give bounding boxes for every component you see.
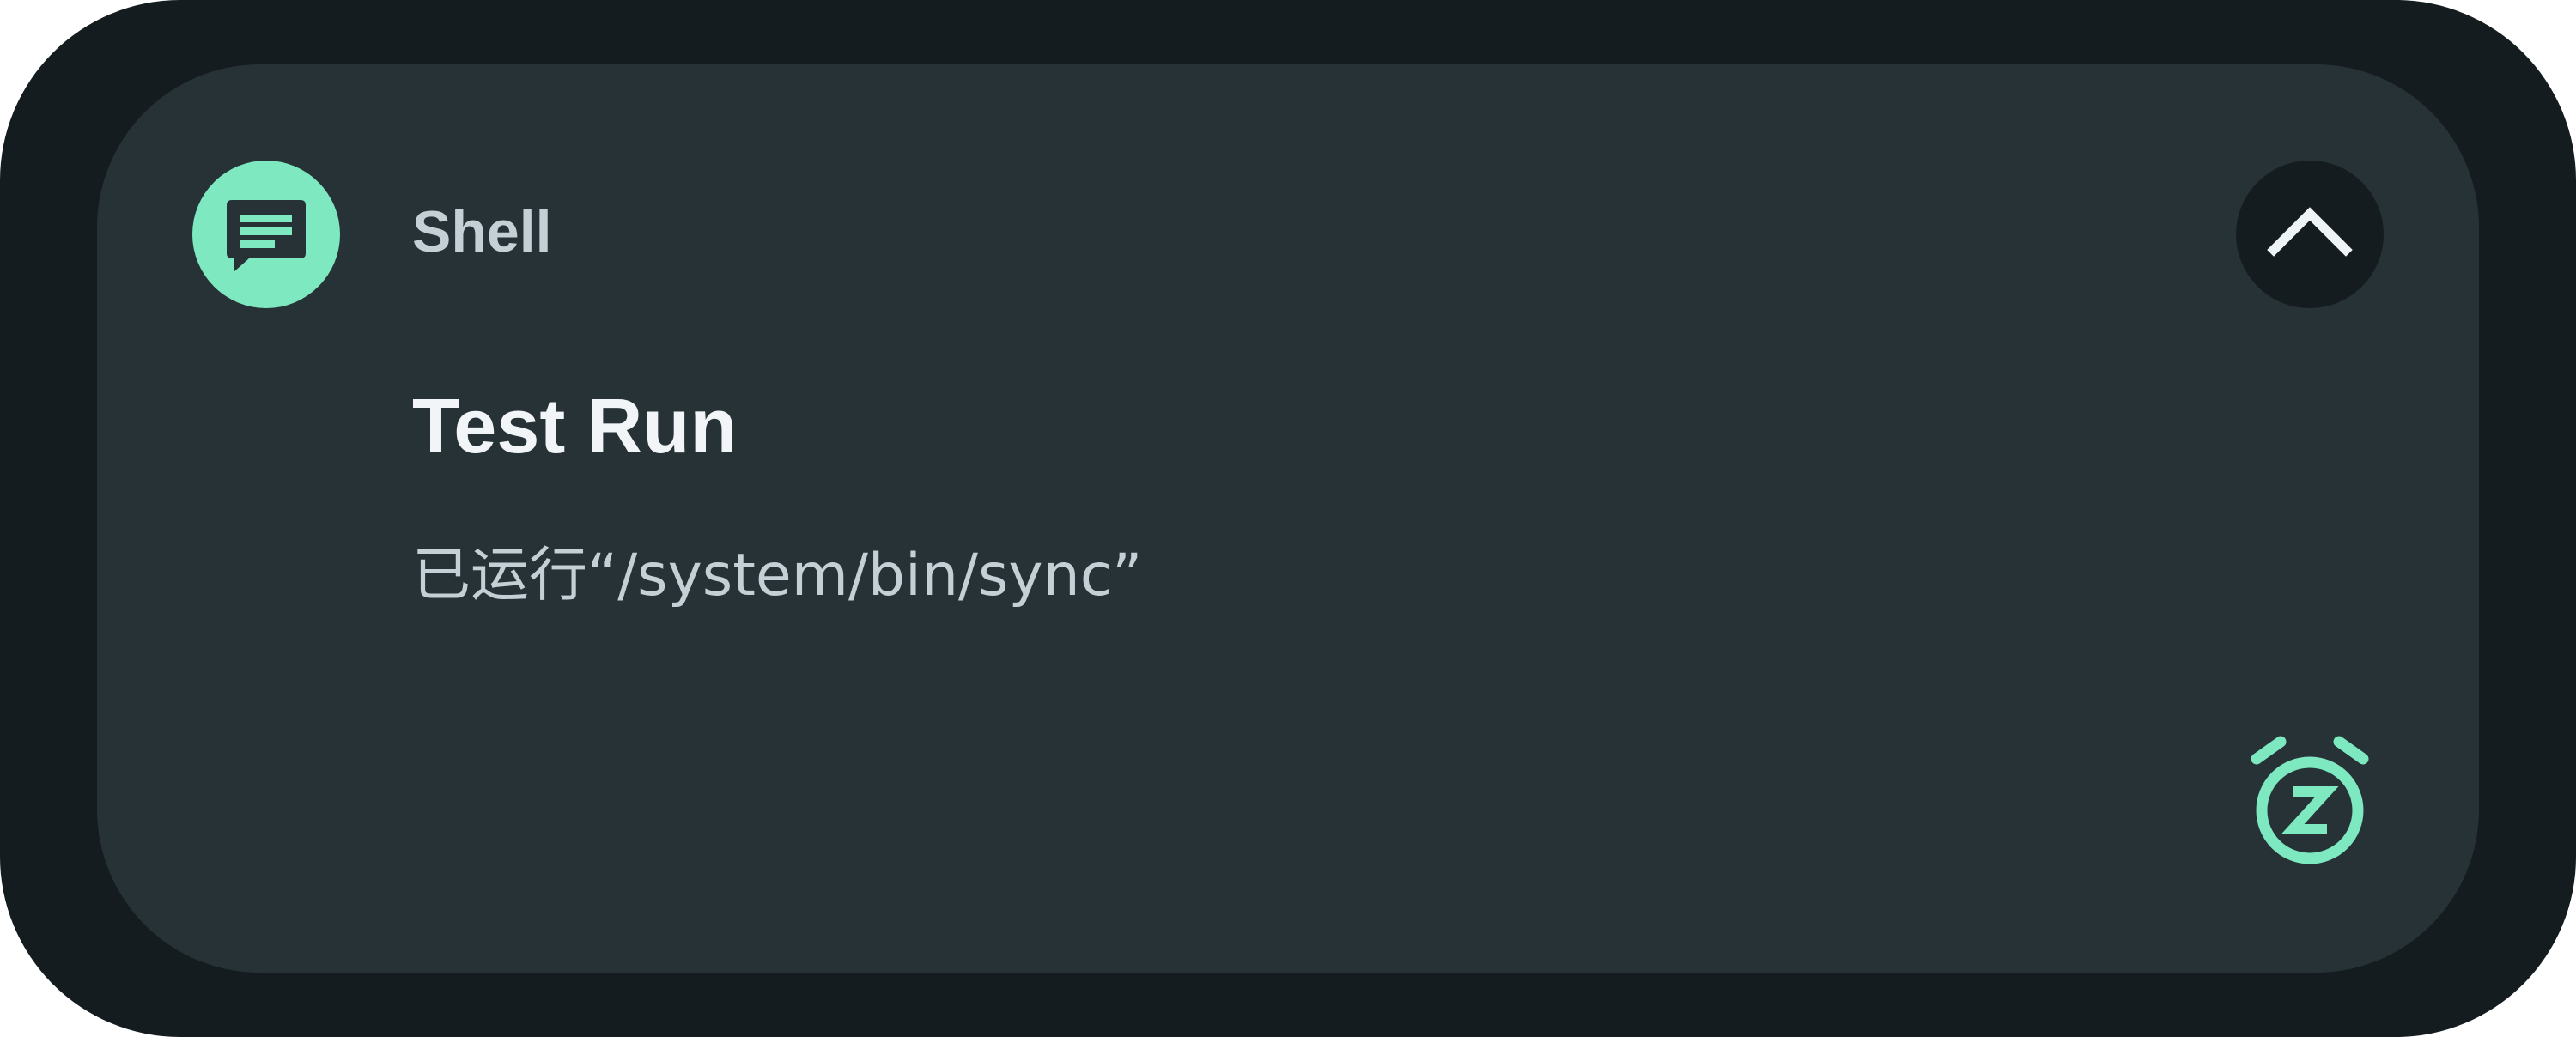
message-icon: [192, 161, 340, 308]
expand-button[interactable]: [2236, 161, 2384, 308]
chevron-up-icon: [2267, 207, 2353, 257]
snooze-button[interactable]: [2239, 731, 2380, 872]
notification-shade-background: Shell Test Run 已运行“/system/bin/sync”: [0, 0, 2576, 1037]
notification-title: Test Run: [412, 384, 738, 470]
notification-body: 已运行“/system/bin/sync”: [412, 542, 1143, 609]
app-name: Shell: [412, 199, 552, 264]
snooze-alarm-icon: [2251, 736, 2369, 864]
